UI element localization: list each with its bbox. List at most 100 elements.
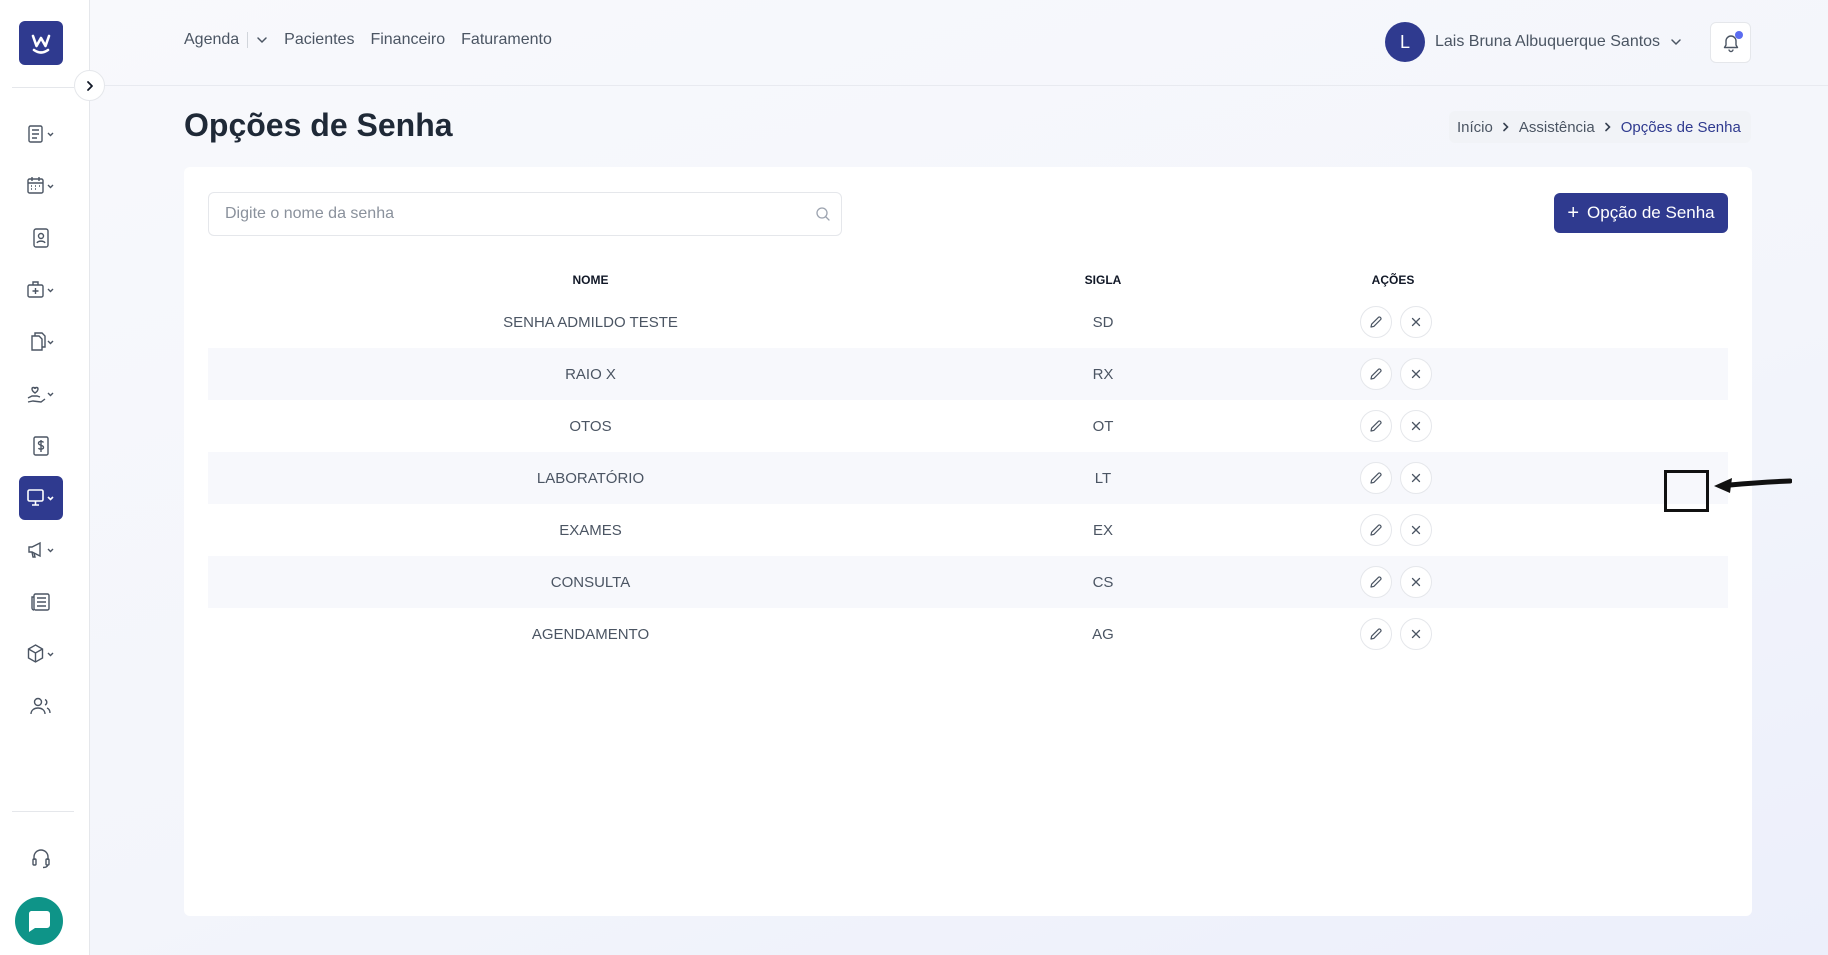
hand-care-icon [27,386,54,403]
patient-card-icon [33,228,49,248]
cell-acoes [1233,462,1713,494]
edit-button[interactable] [1359,514,1392,546]
close-icon [1411,369,1420,379]
nav-financeiro[interactable]: Financeiro [370,31,445,49]
pencil-icon [1369,316,1382,328]
header-acoes: AÇÕES [1371,273,1415,287]
edit-button[interactable] [1359,566,1392,598]
cell-acoes [1233,618,1713,650]
close-icon [1411,629,1420,639]
delete-button[interactable] [1399,618,1432,650]
sidebar-item-calendar[interactable] [19,164,63,208]
table-row: EXAMES EX [208,504,1728,556]
edit-button[interactable] [1359,618,1392,650]
sidebar-item-stock[interactable] [19,632,63,676]
nav-faturamento[interactable]: Faturamento [461,31,552,49]
table-header: NOME SIGLA AÇÕES [208,264,1728,296]
edit-button[interactable] [1359,358,1392,390]
close-icon [1411,577,1420,587]
header-sigla: SIGLA [1084,273,1122,287]
cell-nome: RAIO X [565,365,616,383]
delete-button[interactable] [1399,358,1432,390]
dollar-icon [33,436,49,456]
delete-button[interactable] [1399,306,1432,338]
cell-nome: AGENDAMENTO [531,625,650,643]
sidebar-item-finance[interactable] [19,424,63,468]
breadcrumb-assistencia[interactable]: Assistência [1519,119,1595,136]
edit-button[interactable] [1359,410,1392,442]
nav-agenda[interactable]: Agenda [184,31,239,49]
medical-bag-icon [27,281,54,298]
header-nome: NOME [572,273,609,287]
sidebar-item-marketing[interactable] [19,528,63,572]
row-actions [1359,306,1432,338]
sidebar-item-users[interactable] [19,684,63,728]
sidebar-item-records[interactable] [19,112,63,156]
chat-icon [28,911,50,932]
sidebar-expand-button[interactable] [74,70,105,101]
pencil-icon [1369,420,1382,432]
row-actions [1359,566,1432,598]
top-nav: Agenda Pacientes Financeiro Faturamento [184,31,568,49]
cell-acoes [1233,306,1713,338]
table-row: RAIO X RX [208,348,1728,400]
row-actions [1359,410,1432,442]
w-logo-icon [31,34,51,54]
pencil-icon [1369,576,1382,588]
table-row: SENHA ADMILDO TESTE SD [208,296,1728,348]
cell-sigla: OT [1092,417,1114,435]
nav-agenda-dropdown[interactable] [256,34,268,46]
close-icon [1411,473,1420,483]
headset-icon [32,849,50,869]
delete-button[interactable] [1399,410,1432,442]
table-row: CONSULTA CS [208,556,1728,608]
chevron-down-icon [1671,39,1681,46]
row-actions [1359,462,1432,494]
breadcrumb-inicio[interactable]: Início [1457,119,1493,136]
newspaper-icon [31,593,50,611]
row-actions [1359,358,1432,390]
table-row: OTOS OT [208,400,1728,452]
document-list-icon [28,125,54,143]
cell-acoes [1233,566,1713,598]
delete-button[interactable] [1399,514,1432,546]
cell-sigla: LT [1094,469,1112,487]
sidebar-item-medical[interactable] [19,268,63,312]
edit-button[interactable] [1359,462,1392,494]
nav-pacientes[interactable]: Pacientes [284,31,354,49]
sidebar-item-assistance[interactable] [19,476,63,520]
chat-button[interactable] [15,897,63,945]
add-password-option-button[interactable]: + Opção de Senha [1554,193,1728,233]
notifications-button[interactable] [1710,22,1751,63]
row-actions [1359,618,1432,650]
pencil-icon [1369,472,1382,484]
edit-button[interactable] [1359,306,1392,338]
package-icon [27,644,54,663]
chevron-right-icon [86,80,93,91]
sidebar-item-support[interactable] [19,836,63,880]
app-logo[interactable] [19,21,63,65]
calendar-icon [27,177,54,194]
breadcrumb: Início Assistência Opções de Senha [1449,111,1751,143]
delete-button[interactable] [1399,462,1432,494]
breadcrumb-separator-icon [1501,122,1511,132]
delete-button[interactable] [1399,566,1432,598]
search-input[interactable] [209,193,789,235]
sidebar-item-care[interactable] [19,372,63,416]
password-options-table: NOME SIGLA AÇÕES SENHA ADMILDO TESTE SD [208,264,1728,660]
cell-sigla: RX [1092,365,1114,383]
sidebar-item-patients[interactable] [19,216,63,260]
close-icon [1411,525,1420,535]
cell-nome: SENHA ADMILDO TESTE [503,313,678,331]
documents-icon [31,332,54,351]
sidebar [0,0,90,955]
cell-acoes [1233,358,1713,390]
pencil-icon [1369,628,1382,640]
user-menu[interactable]: L Lais Bruna Albuquerque Santos [1385,22,1682,62]
search-box [208,192,842,236]
table-row: LABORATÓRIO LT [208,452,1728,504]
sidebar-item-reports[interactable] [19,580,63,624]
cell-nome: EXAMES [559,521,622,539]
sidebar-item-documents[interactable] [19,320,63,364]
megaphone-icon [28,541,54,558]
